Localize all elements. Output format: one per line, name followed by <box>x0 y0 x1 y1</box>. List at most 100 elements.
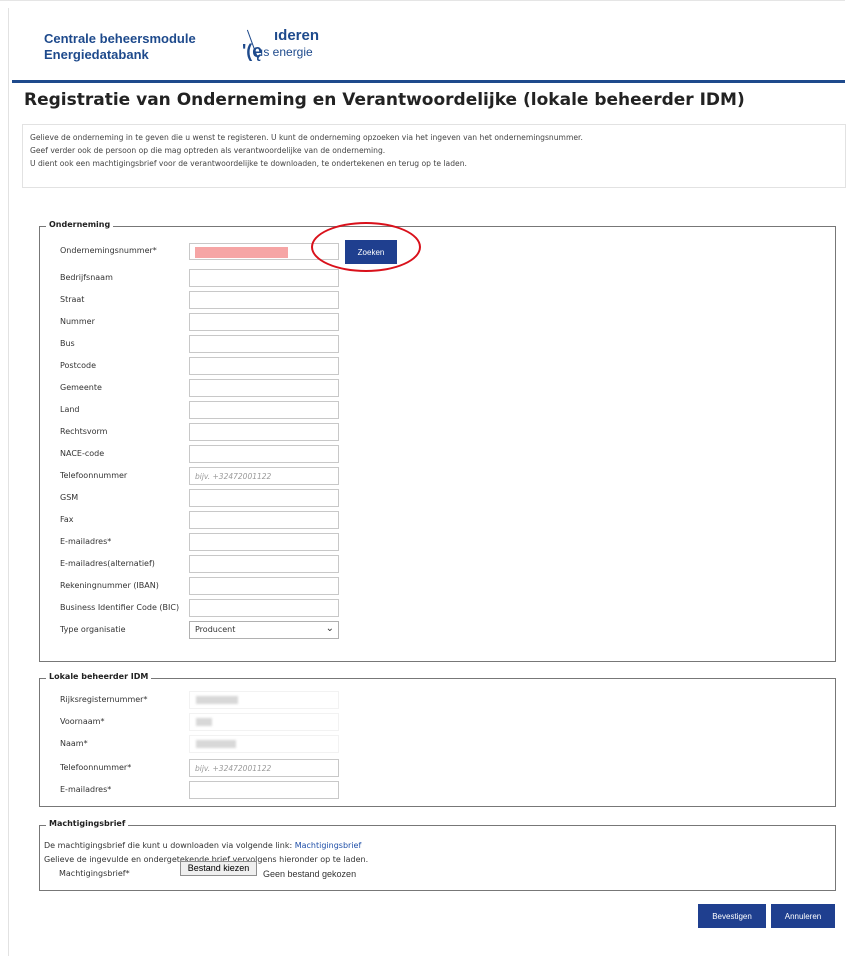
intro-line-1: Gelieve de onderneming in te geven die u… <box>30 133 583 142</box>
row-rijksregisternummer: Rijksregisternummer* <box>40 691 835 711</box>
row-telefoonnummer: Telefoonnummer bijv. +32472001122 <box>40 467 835 487</box>
chevron-down-icon: ⌄ <box>325 623 334 634</box>
redacted-value <box>196 696 238 704</box>
confirm-button[interactable]: Bevestigen <box>698 904 766 928</box>
bus-input[interactable] <box>189 335 339 353</box>
bedrijfsnaam-input[interactable] <box>189 269 339 287</box>
row-voornaam: Voornaam* <box>40 713 835 733</box>
machtigingsbrief-link[interactable]: Machtigingsbrief <box>295 841 362 850</box>
iban-input[interactable] <box>189 577 339 595</box>
postcode-input[interactable] <box>189 357 339 375</box>
row-beheerder-email: E-mailadres* <box>40 781 835 801</box>
emailadres-alternatief-input[interactable] <box>189 555 339 573</box>
machtiging-line-1-text: De machtigingsbrief die kunt u downloade… <box>44 841 295 850</box>
label-postcode: Postcode <box>60 361 97 370</box>
row-iban: Rekeningnummer (IBAN) <box>40 577 835 597</box>
gemeente-input[interactable] <box>189 379 339 397</box>
label-straat: Straat <box>60 295 85 304</box>
label-ondernemingsnummer: Ondernemingsnummer* <box>60 246 157 255</box>
type-organisatie-select[interactable]: Producent ⌄ <box>189 621 339 639</box>
label-bedrijfsnaam: Bedrijfsnaam <box>60 273 113 282</box>
redacted-value <box>195 247 288 258</box>
row-bedrijfsnaam: Bedrijfsnaam <box>40 269 835 289</box>
beheerder-email-input[interactable] <box>189 781 339 799</box>
fieldset-onderneming: Onderneming Ondernemingsnummer* Zoeken B… <box>39 220 836 662</box>
row-fax: Fax <box>40 511 835 531</box>
logo-line-1: ıderen <box>274 27 320 44</box>
label-gsm: GSM <box>60 493 79 502</box>
fieldset-lokale-beheerder: Lokale beheerder IDM Rijksregisternummer… <box>39 672 836 807</box>
emailadres-input[interactable] <box>189 533 339 551</box>
row-bus: Bus <box>40 335 835 355</box>
label-telefoonnummer: Telefoonnummer <box>60 471 128 480</box>
straat-input[interactable] <box>189 291 339 309</box>
intro-box: Gelieve de onderneming in te geven die u… <box>22 124 846 188</box>
row-type-organisatie: Type organisatie Producent ⌄ <box>40 621 835 641</box>
machtiging-line-1: De machtigingsbrief die kunt u downloade… <box>44 841 361 850</box>
row-postcode: Postcode <box>40 357 835 377</box>
brand-line-2: Energiedatabank <box>44 47 149 62</box>
legend-machtigingsbrief: Machtigingsbrief <box>46 819 129 828</box>
label-nace-code: NACE-code <box>60 449 105 458</box>
header-rule <box>12 80 845 83</box>
row-nummer: Nummer <box>40 313 835 333</box>
brand-line-1: Centrale beheersmodule <box>44 31 196 46</box>
beheerder-telefoon-input[interactable]: bijv. +32472001122 <box>189 759 339 777</box>
file-choose-button[interactable]: Bestand kiezen <box>180 861 257 876</box>
brand-name[interactable]: Centrale beheersmodule Energiedatabank <box>44 31 196 63</box>
label-emailadres-alternatief: E-mailadres(alternatief) <box>60 559 155 568</box>
bic-input[interactable] <box>189 599 339 617</box>
logo-line-2: ıs energie <box>260 45 313 59</box>
nace-code-input[interactable] <box>189 445 339 463</box>
vlaanderen-logo[interactable]: '(ę ıderen ıs energie <box>238 27 378 67</box>
row-ondernemingsnummer: Ondernemingsnummer* <box>40 242 835 262</box>
highlight-circle <box>311 222 421 272</box>
label-emailadres: E-mailadres* <box>60 537 112 546</box>
redacted-value <box>196 740 236 748</box>
intro-line-3: U dient ook een machtigingsbrief voor de… <box>30 159 467 168</box>
label-bus: Bus <box>60 339 75 348</box>
cancel-button[interactable]: Annuleren <box>771 904 835 928</box>
gsm-input[interactable] <box>189 489 339 507</box>
row-emailadres: E-mailadres* <box>40 533 835 553</box>
label-rijksregisternummer: Rijksregisternummer* <box>60 695 148 704</box>
row-land: Land <box>40 401 835 421</box>
site-header: Centrale beheersmodule Energiedatabank '… <box>0 0 845 73</box>
row-emailadres-alternatief: E-mailadres(alternatief) <box>40 555 835 575</box>
row-naam: Naam* <box>40 735 835 755</box>
page-title: Registratie van Onderneming en Verantwoo… <box>24 90 745 110</box>
label-machtigingsbrief: Machtigingsbrief* <box>59 869 130 878</box>
label-nummer: Nummer <box>60 317 95 326</box>
row-rechtsvorm: Rechtsvorm <box>40 423 835 443</box>
label-iban: Rekeningnummer (IBAN) <box>60 581 159 590</box>
naam-field[interactable] <box>189 735 339 753</box>
row-nace-code: NACE-code <box>40 445 835 465</box>
redacted-value <box>196 718 212 726</box>
telefoonnummer-input[interactable]: bijv. +32472001122 <box>189 467 339 485</box>
label-rechtsvorm: Rechtsvorm <box>60 427 108 436</box>
label-gemeente: Gemeente <box>60 383 102 392</box>
row-gsm: GSM <box>40 489 835 509</box>
fax-input[interactable] <box>189 511 339 529</box>
nummer-input[interactable] <box>189 313 339 331</box>
legend-lokale-beheerder: Lokale beheerder IDM <box>46 672 152 681</box>
intro-line-2: Geef verder ook de persoon op die mag op… <box>30 146 386 155</box>
row-gemeente: Gemeente <box>40 379 835 399</box>
rijksregisternummer-field[interactable] <box>189 691 339 709</box>
label-bic: Business Identifier Code (BIC) <box>60 603 180 612</box>
row-straat: Straat <box>40 291 835 311</box>
row-bic: Business Identifier Code (BIC) <box>40 599 835 619</box>
label-beheerder-email: E-mailadres* <box>60 785 112 794</box>
type-organisatie-value: Producent <box>195 625 236 634</box>
rechtsvorm-input[interactable] <box>189 423 339 441</box>
row-beheerder-telefoon: Telefoonnummer* bijv. +32472001122 <box>40 759 835 779</box>
label-land: Land <box>60 405 80 414</box>
label-naam: Naam* <box>60 739 88 748</box>
label-beheerder-telefoon: Telefoonnummer* <box>60 763 132 772</box>
label-voornaam: Voornaam* <box>60 717 105 726</box>
legend-onderneming: Onderneming <box>46 220 114 229</box>
voornaam-field[interactable] <box>189 713 339 731</box>
land-input[interactable] <box>189 401 339 419</box>
label-type-organisatie: Type organisatie <box>60 625 126 634</box>
file-status: Geen bestand gekozen <box>263 869 357 879</box>
